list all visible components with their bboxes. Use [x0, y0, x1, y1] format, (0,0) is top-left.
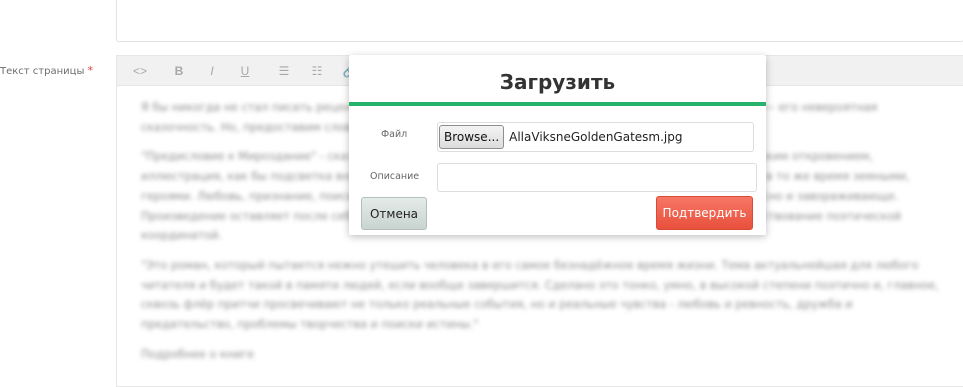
editor-paragraph: Подробнее о книге [141, 347, 254, 361]
required-mark: * [87, 64, 94, 77]
file-label: Файл [381, 129, 408, 140]
selected-file-name: AllaViksneGoldenGatesm.jpg [509, 130, 683, 144]
bullet-list-icon[interactable]: ☰ [271, 58, 297, 84]
confirm-button[interactable]: Подтвердить [656, 196, 753, 230]
numbered-list-icon[interactable]: ☷ [304, 58, 330, 84]
description-input[interactable] [437, 163, 757, 192]
dialog-title: Загрузить [349, 55, 766, 106]
italic-icon[interactable]: I [199, 58, 225, 84]
upload-dialog: Загрузить Файл Browse... AllaViksneGolde… [349, 55, 766, 235]
description-label: Описание [370, 171, 420, 182]
page-text-label: Текст страницы * [0, 64, 93, 77]
editor-paragraph: "Это роман, который пытается нежно утеши… [141, 258, 939, 332]
cancel-button[interactable]: Отмена [361, 197, 427, 230]
browse-button[interactable]: Browse... [439, 125, 505, 149]
previous-field-textarea[interactable] [116, 0, 963, 42]
underline-icon[interactable]: U [232, 58, 258, 84]
code-view-icon[interactable]: <> [127, 58, 153, 84]
file-input[interactable]: Browse... AllaViksneGoldenGatesm.jpg [437, 122, 754, 152]
page-text-label-text: Текст страницы [0, 66, 85, 77]
bold-icon[interactable]: B [166, 58, 192, 84]
